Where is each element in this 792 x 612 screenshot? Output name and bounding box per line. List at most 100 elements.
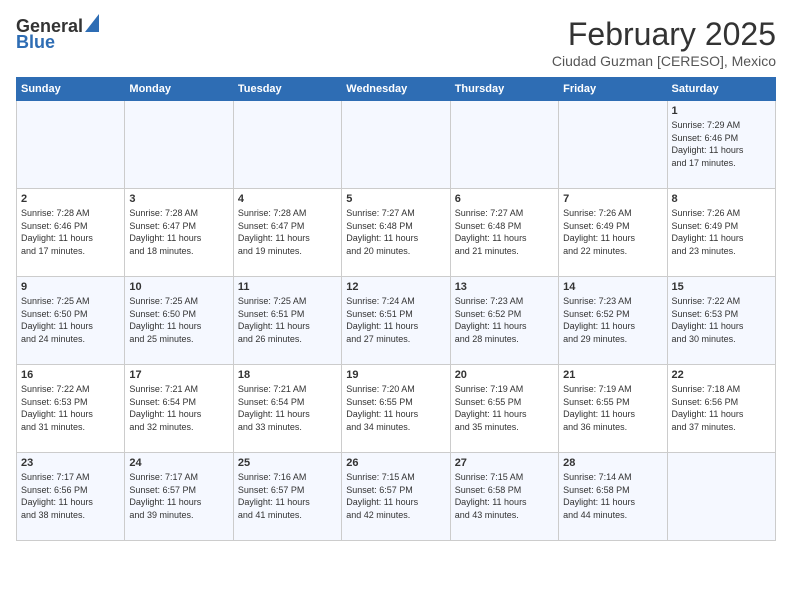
- calendar-cell: 15Sunrise: 7:22 AM Sunset: 6:53 PM Dayli…: [667, 277, 775, 365]
- column-header-sunday: Sunday: [17, 78, 125, 101]
- calendar-cell: [125, 101, 233, 189]
- calendar-cell: 8 Sunrise: 7:26 AM Sunset: 6:49 PM Daylig…: [667, 189, 775, 277]
- calendar-cell: 27Sunrise: 7:15 AM Sunset: 6:58 PM Dayli…: [450, 453, 558, 541]
- day-info: Sunrise: 7:27 AM Sunset: 6:48 PM Dayligh…: [455, 207, 554, 257]
- calendar-cell: 21 Sunrise: 7:19 AM Sunset: 6:55 PM Dayli…: [559, 365, 667, 453]
- calendar-cell: 19Sunrise: 7:20 AM Sunset: 6:55 PM Dayli…: [342, 365, 450, 453]
- day-number: 18: [238, 369, 337, 381]
- header-row: SundayMondayTuesdayWednesdayThursdayFrid…: [17, 78, 776, 101]
- calendar-cell: [667, 453, 775, 541]
- calendar-cell: 2 Sunrise: 7:28 AM Sunset: 6:46 PM Daylig…: [17, 189, 125, 277]
- logo: General Blue: [16, 16, 99, 53]
- day-info: Sunrise: 7:25 AM Sunset: 6:51 PM Dayligh…: [238, 295, 337, 345]
- calendar-cell: 25 Sunrise: 7:16 AM Sunset: 6:57 PM Dayli…: [233, 453, 341, 541]
- day-number: 3: [129, 193, 228, 205]
- calendar-cell: [559, 101, 667, 189]
- day-info: Sunrise: 7:28 AM Sunset: 6:47 PM Dayligh…: [238, 207, 337, 257]
- calendar-cell: 5Sunrise: 7:27 AM Sunset: 6:48 PM Daylig…: [342, 189, 450, 277]
- day-number: 8: [672, 193, 771, 205]
- day-info: Sunrise: 7:17 AM Sunset: 6:57 PM Dayligh…: [129, 471, 228, 521]
- day-number: 13: [455, 281, 554, 293]
- calendar-cell: [17, 101, 125, 189]
- calendar-cell: 13 Sunrise: 7:23 AM Sunset: 6:52 PM Dayli…: [450, 277, 558, 365]
- day-info: Sunrise: 7:29 AM Sunset: 6:46 PM Dayligh…: [672, 119, 771, 169]
- calendar-cell: 18 Sunrise: 7:21 AM Sunset: 6:54 PM Dayli…: [233, 365, 341, 453]
- day-number: 6: [455, 193, 554, 205]
- calendar-cell: 14 Sunrise: 7:23 AM Sunset: 6:52 PM Dayli…: [559, 277, 667, 365]
- logo-icon: [85, 14, 99, 32]
- day-number: 1: [672, 105, 771, 117]
- day-number: 2: [21, 193, 120, 205]
- day-number: 23: [21, 457, 120, 469]
- day-info: Sunrise: 7:26 AM Sunset: 6:49 PM Dayligh…: [563, 207, 662, 257]
- day-info: Sunrise: 7:25 AM Sunset: 6:50 PM Dayligh…: [129, 295, 228, 345]
- day-number: 11: [238, 281, 337, 293]
- week-row-5: 23Sunrise: 7:17 AM Sunset: 6:56 PM Dayli…: [17, 453, 776, 541]
- day-number: 28: [563, 457, 662, 469]
- column-header-wednesday: Wednesday: [342, 78, 450, 101]
- day-info: Sunrise: 7:18 AM Sunset: 6:56 PM Dayligh…: [672, 383, 771, 433]
- day-info: Sunrise: 7:20 AM Sunset: 6:55 PM Dayligh…: [346, 383, 445, 433]
- page-header: General Blue February 2025 Ciudad Guzman…: [16, 16, 776, 69]
- title-area: February 2025 Ciudad Guzman [CERESO], Me…: [552, 16, 776, 69]
- week-row-4: 16Sunrise: 7:22 AM Sunset: 6:53 PM Dayli…: [17, 365, 776, 453]
- calendar-cell: 20Sunrise: 7:19 AM Sunset: 6:55 PM Dayli…: [450, 365, 558, 453]
- day-info: Sunrise: 7:19 AM Sunset: 6:55 PM Dayligh…: [563, 383, 662, 433]
- day-info: Sunrise: 7:23 AM Sunset: 6:52 PM Dayligh…: [563, 295, 662, 345]
- calendar-cell: 26Sunrise: 7:15 AM Sunset: 6:57 PM Dayli…: [342, 453, 450, 541]
- calendar-cell: [233, 101, 341, 189]
- column-header-saturday: Saturday: [667, 78, 775, 101]
- day-number: 17: [129, 369, 228, 381]
- calendar-cell: 28 Sunrise: 7:14 AM Sunset: 6:58 PM Dayli…: [559, 453, 667, 541]
- logo-blue-text: Blue: [16, 33, 55, 53]
- day-info: Sunrise: 7:28 AM Sunset: 6:47 PM Dayligh…: [129, 207, 228, 257]
- day-info: Sunrise: 7:21 AM Sunset: 6:54 PM Dayligh…: [238, 383, 337, 433]
- column-header-thursday: Thursday: [450, 78, 558, 101]
- calendar-cell: 4 Sunrise: 7:28 AM Sunset: 6:47 PM Daylig…: [233, 189, 341, 277]
- calendar-table: SundayMondayTuesdayWednesdayThursdayFrid…: [16, 77, 776, 541]
- day-info: Sunrise: 7:25 AM Sunset: 6:50 PM Dayligh…: [21, 295, 120, 345]
- day-number: 12: [346, 281, 445, 293]
- column-header-monday: Monday: [125, 78, 233, 101]
- day-number: 9: [21, 281, 120, 293]
- day-number: 27: [455, 457, 554, 469]
- calendar-cell: 23Sunrise: 7:17 AM Sunset: 6:56 PM Dayli…: [17, 453, 125, 541]
- day-info: Sunrise: 7:21 AM Sunset: 6:54 PM Dayligh…: [129, 383, 228, 433]
- calendar-cell: 3 Sunrise: 7:28 AM Sunset: 6:47 PM Daylig…: [125, 189, 233, 277]
- day-number: 10: [129, 281, 228, 293]
- day-info: Sunrise: 7:16 AM Sunset: 6:57 PM Dayligh…: [238, 471, 337, 521]
- day-number: 15: [672, 281, 771, 293]
- day-number: 7: [563, 193, 662, 205]
- week-row-1: 1 Sunrise: 7:29 AM Sunset: 6:46 PM Daylig…: [17, 101, 776, 189]
- day-info: Sunrise: 7:14 AM Sunset: 6:58 PM Dayligh…: [563, 471, 662, 521]
- calendar-cell: 22 Sunrise: 7:18 AM Sunset: 6:56 PM Dayli…: [667, 365, 775, 453]
- day-info: Sunrise: 7:26 AM Sunset: 6:49 PM Dayligh…: [672, 207, 771, 257]
- day-info: Sunrise: 7:23 AM Sunset: 6:52 PM Dayligh…: [455, 295, 554, 345]
- calendar-cell: 9 Sunrise: 7:25 AM Sunset: 6:50 PM Daylig…: [17, 277, 125, 365]
- week-row-2: 2 Sunrise: 7:28 AM Sunset: 6:46 PM Daylig…: [17, 189, 776, 277]
- column-header-friday: Friday: [559, 78, 667, 101]
- calendar-cell: 17 Sunrise: 7:21 AM Sunset: 6:54 PM Dayli…: [125, 365, 233, 453]
- day-info: Sunrise: 7:15 AM Sunset: 6:57 PM Dayligh…: [346, 471, 445, 521]
- calendar-cell: 7 Sunrise: 7:26 AM Sunset: 6:49 PM Daylig…: [559, 189, 667, 277]
- calendar-cell: 11 Sunrise: 7:25 AM Sunset: 6:51 PM Dayli…: [233, 277, 341, 365]
- day-number: 24: [129, 457, 228, 469]
- week-row-3: 9 Sunrise: 7:25 AM Sunset: 6:50 PM Daylig…: [17, 277, 776, 365]
- calendar-cell: 6 Sunrise: 7:27 AM Sunset: 6:48 PM Daylig…: [450, 189, 558, 277]
- day-info: Sunrise: 7:27 AM Sunset: 6:48 PM Dayligh…: [346, 207, 445, 257]
- month-title: February 2025: [552, 16, 776, 53]
- day-number: 16: [21, 369, 120, 381]
- day-info: Sunrise: 7:24 AM Sunset: 6:51 PM Dayligh…: [346, 295, 445, 345]
- calendar-cell: 1 Sunrise: 7:29 AM Sunset: 6:46 PM Daylig…: [667, 101, 775, 189]
- calendar-cell: [450, 101, 558, 189]
- day-number: 4: [238, 193, 337, 205]
- day-info: Sunrise: 7:28 AM Sunset: 6:46 PM Dayligh…: [21, 207, 120, 257]
- day-number: 22: [672, 369, 771, 381]
- day-number: 21: [563, 369, 662, 381]
- calendar-cell: 12 Sunrise: 7:24 AM Sunset: 6:51 PM Dayli…: [342, 277, 450, 365]
- day-number: 20: [455, 369, 554, 381]
- day-number: 25: [238, 457, 337, 469]
- day-number: 14: [563, 281, 662, 293]
- location: Ciudad Guzman [CERESO], Mexico: [552, 53, 776, 69]
- calendar-cell: [342, 101, 450, 189]
